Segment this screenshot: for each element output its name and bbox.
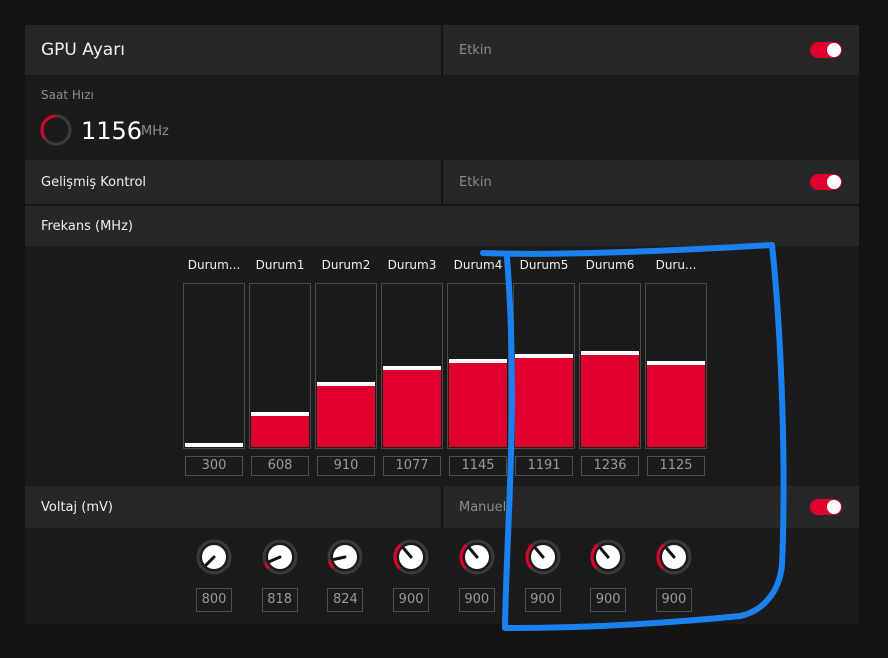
voltage-knob[interactable] xyxy=(590,539,626,575)
frequency-value-field[interactable]: 608 xyxy=(251,456,309,476)
state-label: Durum3 xyxy=(387,258,437,272)
frequency-value-field[interactable]: 1145 xyxy=(449,456,507,476)
clock-speed-label: Saat Hızı xyxy=(41,88,94,102)
voltage-knob[interactable] xyxy=(262,539,298,575)
frequency-slider-fill xyxy=(515,358,573,447)
gpu-tuning-toggle[interactable] xyxy=(810,42,842,58)
voltage-knob[interactable] xyxy=(196,539,232,575)
column-divider xyxy=(441,25,443,75)
voltage-value-field[interactable]: 900 xyxy=(524,588,561,612)
voltage-knob-dial-icon xyxy=(262,539,298,575)
state-label: Durum... xyxy=(187,258,241,272)
advanced-control-label-cell: Gelişmiş Kontrol xyxy=(25,160,441,204)
frequency-slider[interactable] xyxy=(183,283,245,449)
voltage-mode-cell: Manuel xyxy=(442,486,859,528)
frequency-value-field[interactable]: 1236 xyxy=(581,456,639,476)
voltage-knob[interactable] xyxy=(656,539,692,575)
frequency-slider-handle[interactable] xyxy=(317,382,375,386)
state-label: Durum2 xyxy=(321,258,371,272)
frequency-value-field[interactable]: 300 xyxy=(185,456,243,476)
voltage-knob-dial-icon xyxy=(327,539,363,575)
frequency-slider-handle[interactable] xyxy=(383,366,441,370)
voltage-value-field[interactable]: 900 xyxy=(590,588,627,612)
voltage-knob[interactable] xyxy=(525,539,561,575)
clock-speed-unit: MHz xyxy=(141,124,169,139)
voltage-value-field[interactable]: 800 xyxy=(196,588,232,612)
voltage-mode[interactable]: Manuel xyxy=(459,500,506,515)
frequency-slider-fill xyxy=(317,386,375,447)
voltage-knob-dial-icon xyxy=(393,539,429,575)
gpu-tuning-screen: GPU Ayarı Etkin Saat Hızı 1156 MHz Geliş… xyxy=(0,0,888,658)
frequency-slider-handle[interactable] xyxy=(449,359,507,363)
voltage-value-field[interactable]: 900 xyxy=(458,588,495,612)
frequency-value-field[interactable]: 1077 xyxy=(383,456,441,476)
frequency-slider-fill xyxy=(581,355,639,447)
frequency-slider[interactable] xyxy=(315,283,377,449)
toggle-knob xyxy=(827,43,841,57)
frequency-slider-fill xyxy=(383,370,441,447)
frequency-value-field[interactable]: 910 xyxy=(317,456,375,476)
state-label: Durum4 xyxy=(453,258,503,272)
voltage-value-field[interactable]: 818 xyxy=(261,588,298,612)
frequency-slider-handle[interactable] xyxy=(251,412,309,416)
frequency-slider-fill xyxy=(647,365,705,447)
advanced-control-label: Gelişmiş Kontrol xyxy=(41,174,147,190)
voltage-value-field[interactable]: 824 xyxy=(327,588,364,612)
gpu-settings-panel: GPU Ayarı Etkin Saat Hızı 1156 MHz Geliş… xyxy=(25,25,859,624)
frequency-slider-handle[interactable] xyxy=(581,351,639,355)
clock-gauge-icon xyxy=(40,114,72,146)
frequency-value-field[interactable]: 1191 xyxy=(515,456,573,476)
voltage-toggle[interactable] xyxy=(810,499,842,515)
clock-speed-value: 1156 xyxy=(81,117,143,145)
voltage-knob-dial-icon xyxy=(590,539,626,575)
voltage-label-cell: Voltaj (mV) xyxy=(25,486,441,528)
frequency-slider[interactable] xyxy=(249,283,311,449)
voltage-value-field[interactable]: 900 xyxy=(393,588,430,612)
voltage-knob-dial-icon xyxy=(459,539,495,575)
frequency-slider[interactable] xyxy=(579,283,641,449)
gpu-tuning-status-cell: Etkin xyxy=(442,25,859,75)
toggle-knob xyxy=(827,175,841,189)
voltage-knob[interactable] xyxy=(327,539,363,575)
frequency-label: Frekans (MHz) xyxy=(41,218,133,234)
frequency-slider-handle[interactable] xyxy=(515,354,573,358)
frequency-slider-fill xyxy=(449,363,507,447)
voltage-knob-dial-icon xyxy=(656,539,692,575)
frequency-slider[interactable] xyxy=(447,283,509,449)
advanced-control-status: Etkin xyxy=(459,174,492,190)
voltage-knob[interactable] xyxy=(459,539,495,575)
frequency-header-row: Frekans (MHz) xyxy=(25,206,859,246)
voltage-knob[interactable] xyxy=(393,539,429,575)
voltage-label: Voltaj (mV) xyxy=(41,499,113,515)
frequency-label-cell: Frekans (MHz) xyxy=(25,206,441,246)
voltage-value-field[interactable]: 900 xyxy=(655,588,692,612)
state-label: Durum5 xyxy=(519,258,569,272)
column-divider xyxy=(441,486,443,528)
state-label: Durum1 xyxy=(255,258,305,272)
toggle-knob xyxy=(827,500,841,514)
gpu-tuning-status: Etkin xyxy=(459,42,492,58)
gpu-tuning-title: GPU Ayarı xyxy=(41,40,125,60)
column-divider xyxy=(441,160,443,204)
state-label: Duru... xyxy=(655,258,697,272)
state-label: Durum6 xyxy=(585,258,635,272)
frequency-slider[interactable] xyxy=(513,283,575,449)
frequency-value-field[interactable]: 1125 xyxy=(647,456,705,476)
frequency-slider[interactable] xyxy=(645,283,707,449)
gpu-tuning-title-cell: GPU Ayarı xyxy=(25,25,441,75)
frequency-slider-fill xyxy=(251,416,309,447)
frequency-slider-handle[interactable] xyxy=(185,443,243,447)
voltage-knob-dial-icon xyxy=(196,539,232,575)
advanced-control-toggle[interactable] xyxy=(810,174,842,190)
frequency-slider[interactable] xyxy=(381,283,443,449)
frequency-slider-handle[interactable] xyxy=(647,361,705,365)
voltage-knob-dial-icon xyxy=(525,539,560,575)
advanced-control-status-cell: Etkin xyxy=(442,160,859,204)
